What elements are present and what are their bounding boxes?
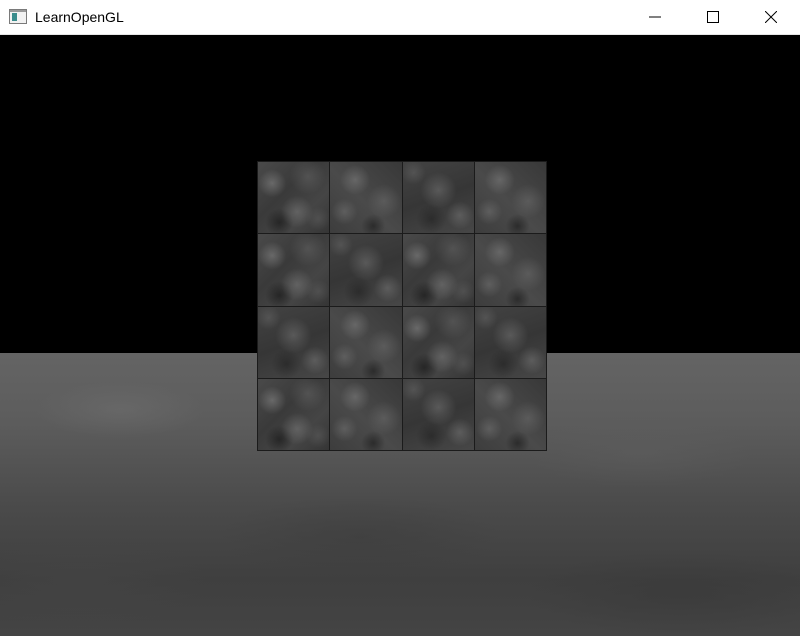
marble-tile: [258, 234, 330, 306]
marble-tile: [258, 378, 330, 450]
minimize-button[interactable]: [626, 0, 684, 34]
marble-tile: [402, 234, 474, 306]
opengl-viewport[interactable]: [0, 35, 800, 636]
close-icon: [765, 11, 777, 23]
marble-cube: [257, 161, 547, 451]
app-window-icon: [9, 9, 27, 24]
marble-tile: [402, 306, 474, 378]
maximize-button[interactable]: [684, 0, 742, 34]
title-bar[interactable]: LearnOpenGL: [0, 0, 800, 35]
marble-tile: [258, 162, 330, 234]
marble-tile: [258, 306, 330, 378]
app-window: LearnOpenGL: [0, 0, 800, 636]
marble-tile: [330, 234, 402, 306]
marble-tile: [330, 306, 402, 378]
marble-tile: [474, 378, 546, 450]
marble-tile: [474, 306, 546, 378]
marble-tile: [330, 162, 402, 234]
close-button[interactable]: [742, 0, 800, 34]
marble-tile: [402, 162, 474, 234]
app-icon-bar: [10, 10, 26, 12]
window-title: LearnOpenGL: [35, 9, 124, 25]
marble-tile: [402, 378, 474, 450]
marble-tile: [474, 162, 546, 234]
maximize-icon: [707, 11, 719, 23]
marble-tile: [474, 234, 546, 306]
app-icon-pane: [12, 13, 17, 21]
marble-tile: [330, 378, 402, 450]
minimize-icon: [649, 16, 661, 18]
